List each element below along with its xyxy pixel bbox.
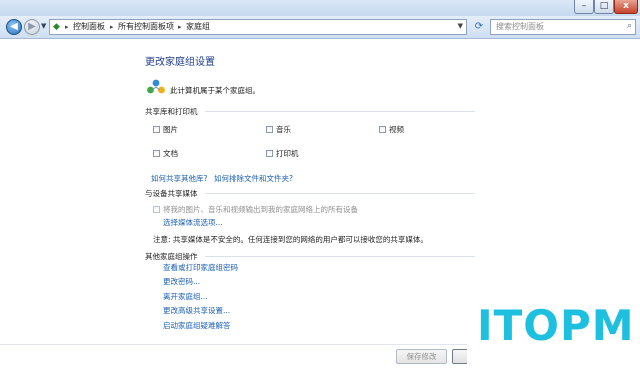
section-divider [205,256,475,257]
close-button[interactable]: x [614,0,638,14]
watermark-logo: ITOPM [467,290,640,388]
documents-checkbox[interactable] [153,150,160,157]
pictures-label[interactable]: 图片 [163,124,178,135]
section-divider [205,193,475,194]
recent-pages-dropdown-icon[interactable]: ▼ [41,22,46,30]
other-actions-section-title: 其他家庭组操作 [145,252,198,261]
homegroup-icon [147,79,165,94]
search-placeholder: 搜索控制面板 [496,22,544,31]
music-checkbox[interactable] [266,126,273,133]
minimize-button[interactable]: – [574,0,594,14]
address-bar[interactable]: ◆ ▸ 控制面板 ▸ 所有控制面板项 ▸ 家庭组 ▼ [49,19,467,35]
pictures-checkbox[interactable] [153,126,160,133]
troubleshoot-link[interactable]: 启动家庭组疑难解答 [163,320,231,331]
media-security-note: 注意: 共享媒体是不安全的。任何连接到您的网络的用户都可以接收您的共享媒体。 [153,235,428,244]
videos-label[interactable]: 视频 [389,124,404,135]
share-other-libraries-link[interactable]: 如何共享其他库? [151,173,207,184]
window-title-bar: – □ x [0,0,640,17]
stream-media-label[interactable]: 将我的图片、音乐和视频输出到我的家庭网络上的所有设备 [163,204,358,215]
breadcrumb-homegroup[interactable]: 家庭组 [186,22,210,32]
advanced-sharing-link[interactable]: 更改高级共享设置... [163,305,230,316]
leave-homegroup-link[interactable]: 离开家庭组... [163,291,208,302]
save-changes-button[interactable]: 保存修改 [396,349,447,364]
search-input[interactable]: 搜索控制面板 ⌕ [490,19,636,35]
control-panel-icon: ◆ [53,22,60,32]
change-password-link[interactable]: 更改密码... [163,276,200,287]
breadcrumb-separator-icon[interactable]: ▸ [65,22,69,32]
breadcrumb-control-panel[interactable]: 控制面板 [73,22,105,32]
navigation-bar: ◀ ▶ ▼ ◆ ▸ 控制面板 ▸ 所有控制面板项 ▸ 家庭组 ▼ ⟳ 搜索控制面… [0,16,640,39]
breadcrumb-separator-icon[interactable]: ▸ [178,22,182,32]
page-title: 更改家庭组设置 [145,57,215,68]
address-dropdown-icon[interactable]: ▼ [458,22,463,30]
media-section-title: 与设备共享媒体 [145,189,198,198]
view-print-password-link[interactable]: 查看或打印家庭组密码 [163,262,238,273]
watermark-text: ITOPM [477,301,635,350]
back-button[interactable]: ◀ [6,19,22,35]
search-icon[interactable]: ⌕ [627,21,632,31]
refresh-button[interactable]: ⟳ [471,20,487,34]
documents-label[interactable]: 文档 [163,148,178,159]
stream-media-checkbox[interactable] [153,206,160,213]
homegroup-status-text: 此计算机属于某个家庭组。 [170,86,260,95]
breadcrumb-all-items[interactable]: 所有控制面板项 [118,22,174,32]
printers-checkbox[interactable] [266,150,273,157]
libraries-section-title: 共享库和打印机 [145,107,198,116]
choose-media-options-link[interactable]: 选择媒体流选项... [163,217,223,228]
forward-button[interactable]: ▶ [24,19,40,35]
breadcrumb-separator-icon[interactable]: ▸ [110,22,114,32]
videos-checkbox[interactable] [379,126,386,133]
music-label[interactable]: 音乐 [276,124,291,135]
exclude-files-link[interactable]: 如何排除文件和文件夹? [214,173,293,184]
printers-label[interactable]: 打印机 [276,148,299,159]
section-divider [205,111,475,112]
maximize-button[interactable]: □ [594,0,614,14]
